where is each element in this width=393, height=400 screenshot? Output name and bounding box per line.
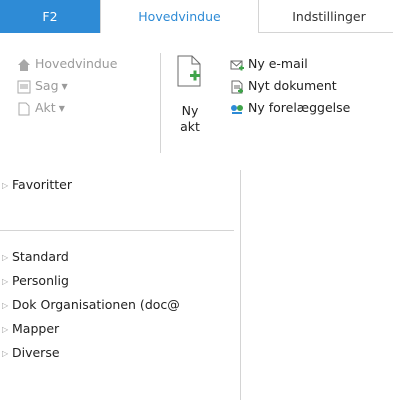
new-document-label: Nyt dokument xyxy=(248,78,337,93)
nav-item-label: Favoritter xyxy=(12,177,72,192)
navigation-pane: ▷ Favoritter ▷ Standard ▷ Personlig ▷ Dok Or… xyxy=(0,170,241,400)
nav-item-label: Mapper xyxy=(12,321,60,336)
expand-arrow-icon: ▷ xyxy=(2,252,9,262)
expand-arrow-icon: ▷ xyxy=(2,300,9,310)
new-email-icon xyxy=(230,60,244,70)
expand-arrow-icon: ▷ xyxy=(2,180,9,190)
tab-indstillinger[interactable]: Indstillinger xyxy=(259,0,393,33)
new-document-button[interactable]: Nyt dokument xyxy=(230,75,337,97)
nav-item-dok-organisationen[interactable]: ▷ Dok Organisationen (doc@ xyxy=(0,294,236,316)
nav-item-label: Standard xyxy=(12,249,69,264)
new-act-button[interactable]: Ny akt xyxy=(170,55,210,155)
expand-arrow-icon: ▷ xyxy=(2,324,9,334)
nav-item-standard[interactable]: ▷ Standard xyxy=(0,246,69,268)
chevron-down-icon: ▼ xyxy=(58,103,65,113)
chevron-down-icon: ▼ xyxy=(61,81,68,91)
new-submission-icon xyxy=(231,104,243,114)
ribbon-separator xyxy=(160,53,161,153)
new-email-label: Ny e-mail xyxy=(248,56,308,71)
document-icon xyxy=(18,102,30,115)
ribbon-tab-bar: F2 Hovedvindue Indstillinger xyxy=(0,0,393,34)
new-email-button[interactable]: Ny e-mail xyxy=(230,53,308,75)
home-label: Hovedvindue xyxy=(35,56,118,71)
nav-item-label: Dok Organisationen (doc@ xyxy=(12,297,180,312)
nav-item-favorites[interactable]: ▷ Favoritter xyxy=(0,174,72,196)
case-icon xyxy=(17,80,31,93)
case-dropdown[interactable]: Sag ▼ xyxy=(17,75,68,97)
tab-hovedvindue[interactable]: Hovedvindue xyxy=(100,0,259,34)
expand-arrow-icon: ▷ xyxy=(2,276,9,286)
act-dropdown[interactable]: Akt ▼ xyxy=(17,97,65,119)
new-submission-button[interactable]: Ny forelæggelse xyxy=(230,97,350,119)
nav-item-label: Personlig xyxy=(12,273,69,288)
act-label: Akt xyxy=(35,100,56,115)
home-icon xyxy=(18,58,30,71)
ribbon: Hovedvindue Sag▼ Akt▼ Ny akt Ny e-mail xyxy=(0,33,393,153)
nav-item-mapper[interactable]: ▷ Mapper xyxy=(0,318,59,340)
nav-item-personlig[interactable]: ▷ Personlig xyxy=(0,270,69,292)
new-text-document-icon xyxy=(231,80,243,93)
new-submission-label: Ny forelæggelse xyxy=(248,100,351,115)
home-button[interactable]: Hovedvindue xyxy=(17,53,117,75)
nav-divider xyxy=(0,230,234,231)
nav-item-label: Diverse xyxy=(12,345,60,360)
new-act-label: Ny akt xyxy=(180,103,200,134)
expand-arrow-icon: ▷ xyxy=(2,348,9,358)
new-document-icon xyxy=(177,55,201,87)
tab-f2[interactable]: F2 xyxy=(0,0,100,33)
case-label: Sag xyxy=(35,78,59,93)
nav-item-diverse[interactable]: ▷ Diverse xyxy=(0,342,60,364)
